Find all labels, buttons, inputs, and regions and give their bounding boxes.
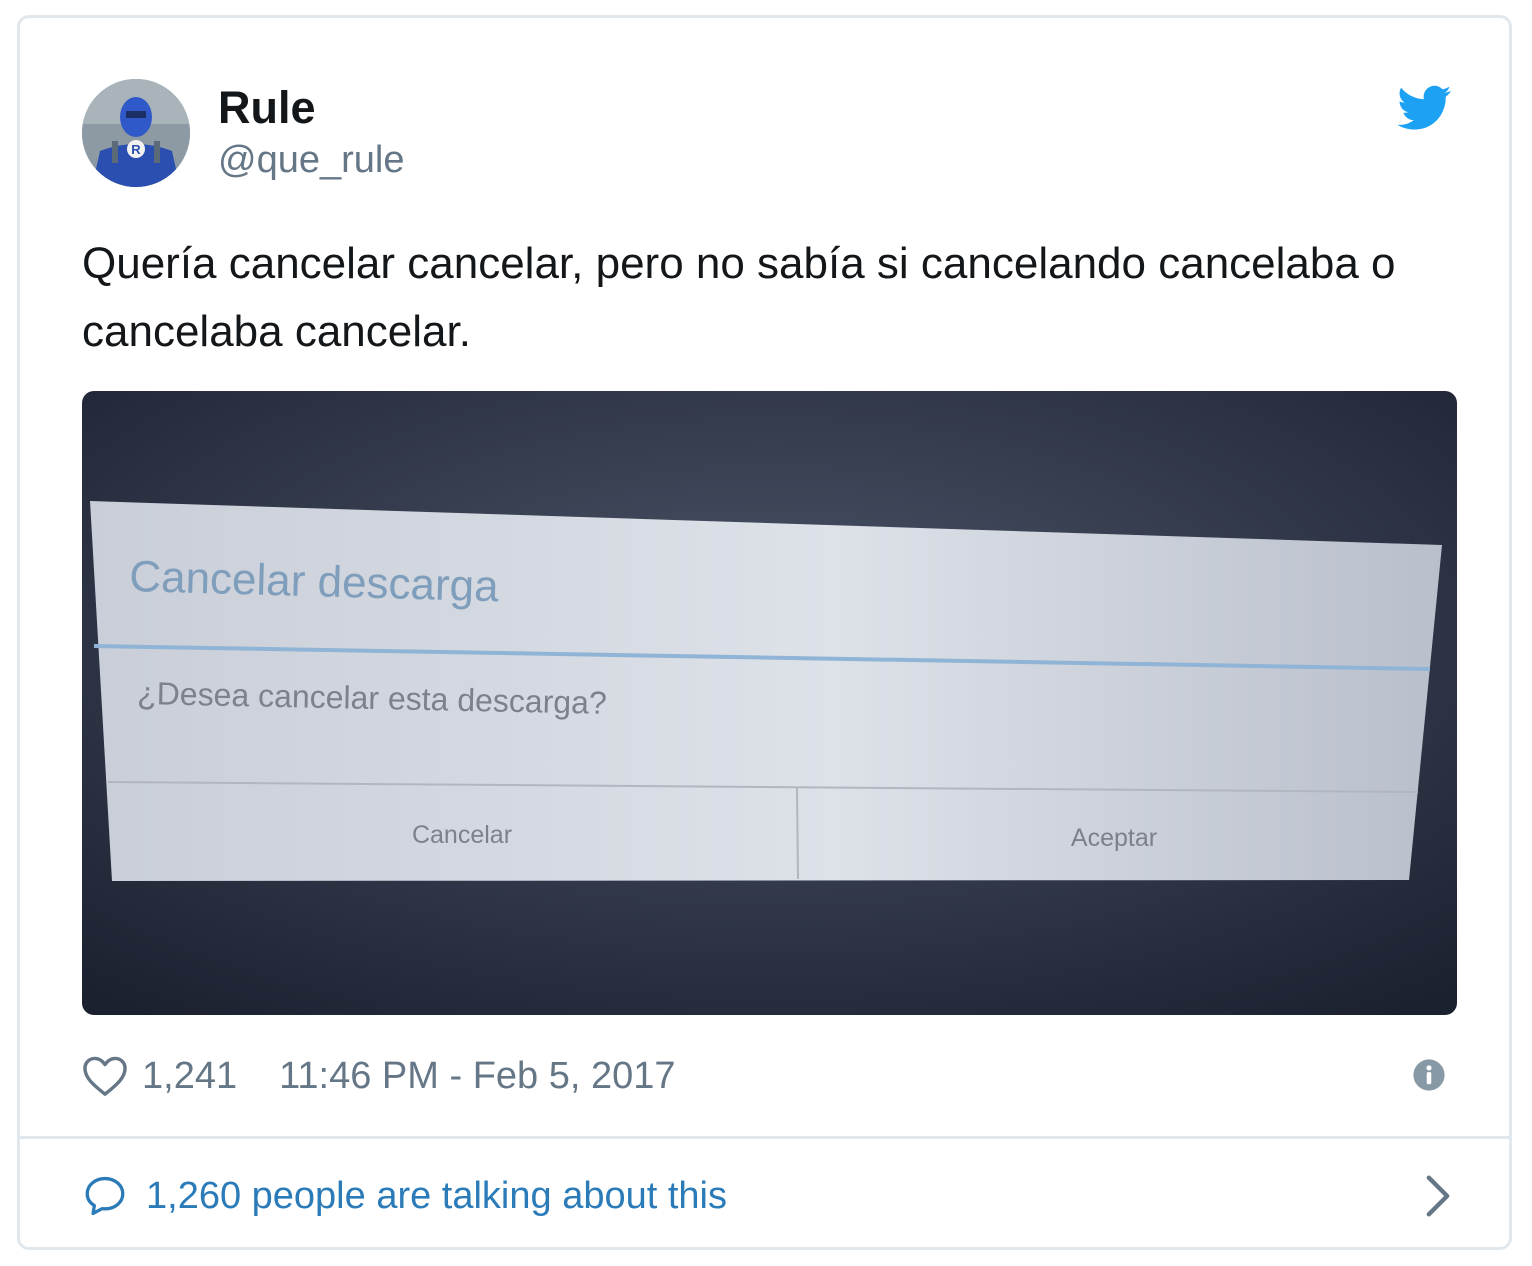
tweet-text: Quería cancelar cancelar, pero no sabía … — [82, 239, 1396, 356]
avatar[interactable]: R — [82, 79, 190, 187]
chevron-right-icon[interactable] — [1424, 1174, 1452, 1218]
twitter-bird-icon[interactable] — [1398, 84, 1452, 132]
timestamp-link[interactable]: 11:46 PM - Feb 5, 2017 — [279, 1055, 675, 1098]
handle[interactable]: @que_rule — [218, 136, 404, 184]
svg-text:R: R — [131, 142, 141, 157]
info-icon[interactable] — [1412, 1058, 1446, 1092]
tweet-card: R Rule @que_rule Quería cancelar cancela… — [17, 15, 1512, 1250]
conversation-link[interactable]: 1,260 people are talking about this — [82, 1166, 1452, 1226]
speech-bubble-icon — [85, 1176, 125, 1216]
avatar-image: R — [82, 79, 190, 187]
display-name[interactable]: Rule — [218, 80, 316, 136]
heart-icon[interactable] — [82, 1055, 128, 1097]
conversation-count-text: 1,260 people are talking about this — [146, 1174, 727, 1217]
tweet-meta: 1,241 11:46 PM - Feb 5, 2017 — [82, 1048, 676, 1104]
divider — [20, 1136, 1509, 1139]
like-count: 1,241 — [142, 1054, 238, 1097]
dialog-cancel-button: Cancelar — [412, 821, 512, 849]
dialog-title: Cancelar descarga — [129, 552, 500, 611]
tweet-photo[interactable]: Cancelar descarga ¿Desea cancelar esta d… — [82, 391, 1457, 1015]
dialog-accept-button: Aceptar — [1071, 824, 1157, 852]
